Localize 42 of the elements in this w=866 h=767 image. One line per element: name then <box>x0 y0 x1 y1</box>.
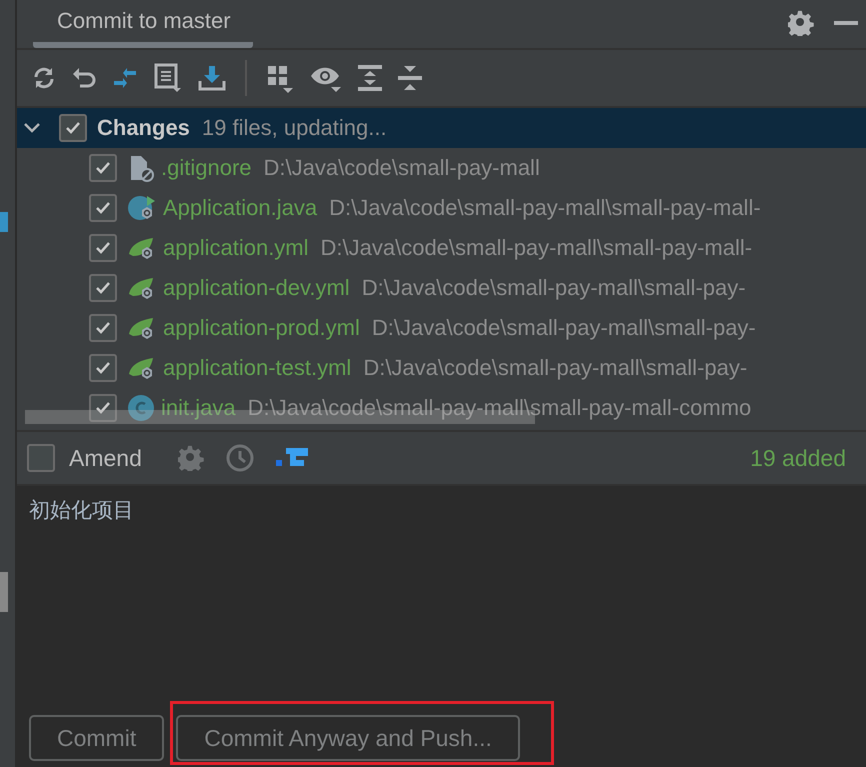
file-name[interactable]: Application.java <box>163 195 318 221</box>
commit-button[interactable]: Commit Anyway and Push... <box>176 715 520 761</box>
file-path: D:\Java\code\small-pay-mall\small-pay- <box>362 275 746 301</box>
expand-all-icon[interactable] <box>357 64 383 92</box>
settings-icon[interactable] <box>788 10 814 36</box>
amend-checkbox[interactable] <box>27 444 55 472</box>
file-name[interactable]: application-dev.yml <box>163 275 350 301</box>
checkbox[interactable] <box>89 394 117 422</box>
checkbox[interactable] <box>89 314 117 342</box>
grid-dropdown-icon[interactable] <box>265 63 295 93</box>
download-icon[interactable] <box>197 64 227 92</box>
amend-label[interactable]: Amend <box>69 444 142 472</box>
checkbox[interactable] <box>89 354 117 382</box>
file-path: D:\Java\code\small-pay-mall\small-pay-mall- <box>329 195 761 221</box>
tab-indicator <box>0 572 8 612</box>
class-file-icon <box>127 394 155 422</box>
collapse-chevron-icon[interactable] <box>23 122 41 134</box>
commit-button[interactable]: Commit <box>29 715 164 761</box>
file-name[interactable]: .gitignore <box>161 155 252 181</box>
file-name[interactable]: application.yml <box>163 235 309 261</box>
change-count: 19 added <box>750 444 846 472</box>
document-list-icon[interactable] <box>153 63 183 93</box>
file-path: D:\Java\code\small-pay-mall <box>264 155 540 181</box>
file-path: D:\Java\code\small-pay-mall\small-pay-mall- <box>320 235 752 261</box>
checkbox[interactable] <box>89 274 117 302</box>
file-path: D:\Java\code\small-pay-mall\small-pay-mall-commo <box>248 395 752 421</box>
changelist-label: Changes <box>97 115 190 141</box>
checkbox[interactable] <box>59 114 87 142</box>
file-path: D:\Java\code\small-pay-mall\small-pay- <box>372 315 756 341</box>
changelist-summary: 19 files, updating... <box>202 115 387 141</box>
run-class-icon <box>127 194 157 222</box>
file-path: D:\Java\code\small-pay-mall\small-pay- <box>363 355 748 381</box>
commit-message-field[interactable]: 初始化项目 <box>17 484 866 701</box>
file-name[interactable]: application-prod.yml <box>163 315 360 341</box>
file-name[interactable]: init.java <box>161 395 236 421</box>
checkbox[interactable] <box>89 194 117 222</box>
checkbox[interactable] <box>89 154 117 182</box>
panel-tab[interactable]: Commit to master <box>33 8 253 48</box>
file-name[interactable]: application-test.yml <box>163 355 352 381</box>
collapse-all-icon[interactable] <box>397 64 423 92</box>
checkbox[interactable] <box>89 234 117 262</box>
tab-indicator <box>0 212 8 232</box>
